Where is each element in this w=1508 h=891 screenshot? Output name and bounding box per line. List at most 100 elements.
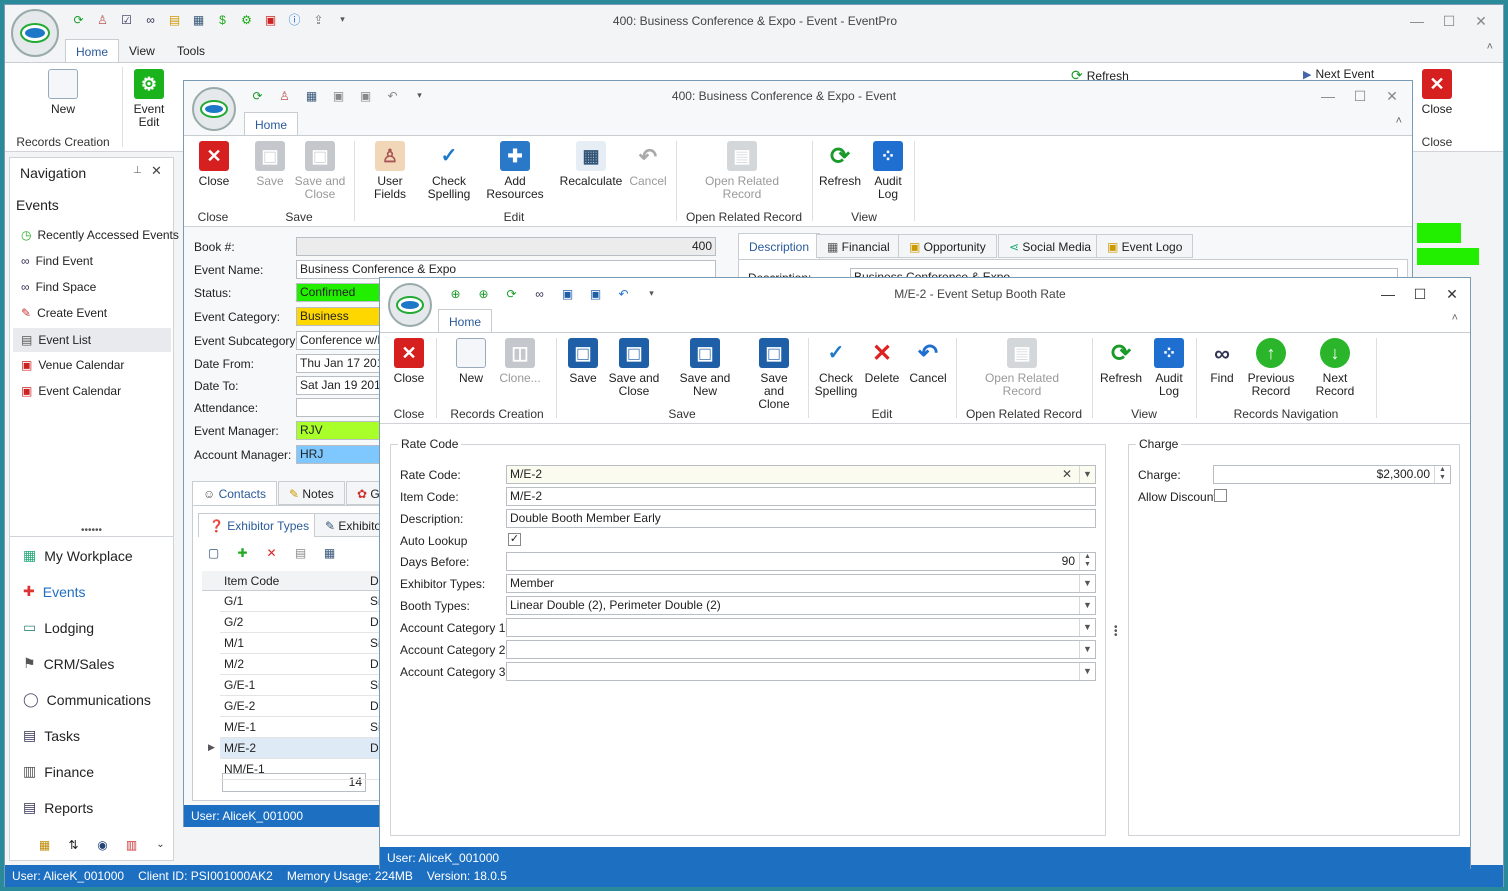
refresh-icon[interactable]: ⟳ <box>504 286 519 301</box>
close-icon[interactable]: ✕ <box>151 163 162 179</box>
table-row[interactable]: M/1 Si <box>220 633 381 654</box>
date-to-field[interactable]: Sat Jan 19 2019 <box>296 376 382 395</box>
chevron-down-icon[interactable]: ▼ <box>1079 466 1095 483</box>
spin-icon[interactable]: ▲ ▼ <box>1079 553 1095 570</box>
nav-item-event-list[interactable]: ▤ Event List <box>13 328 171 352</box>
close-main-button[interactable]: ✕ Close <box>1419 69 1455 116</box>
event-recalculate-button[interactable]: ▦ Recalculate <box>560 141 622 188</box>
rate-save-button[interactable]: ▣ Save <box>566 338 600 385</box>
maximize-icon[interactable]: ☐ <box>1433 7 1465 35</box>
tab-opportunity[interactable]: ▣ Opportunity <box>898 234 997 258</box>
subcategory-field[interactable]: Conference w/Ex <box>296 331 382 350</box>
maximize-icon[interactable]: ☐ <box>1344 82 1376 110</box>
attendance-field[interactable] <box>296 398 382 417</box>
chevron-down-icon[interactable]: ▼ <box>1079 641 1095 658</box>
binoculars-icon[interactable]: ∞ <box>143 12 158 27</box>
spin-icon[interactable]: ▲ ▼ <box>1434 466 1450 483</box>
account-category-2-field[interactable]: ▼ <box>506 640 1096 659</box>
account-manager-field[interactable]: HRJ <box>296 445 382 464</box>
nav-item-find-event[interactable]: ∞ Find Event <box>21 254 93 268</box>
module-events[interactable]: ✚ Events <box>23 583 86 600</box>
nav-item-event-calendar[interactable]: ▣ Event Calendar <box>21 384 121 398</box>
table-row[interactable]: NM/E-1 <box>220 759 380 780</box>
customize-qat-icon[interactable]: ▾ <box>412 88 427 103</box>
app-logo[interactable] <box>388 283 432 327</box>
rate-previous-record-button[interactable]: ↑ Previous Record <box>1246 338 1296 398</box>
rate-cancel-button[interactable]: ↶ Cancel <box>908 338 948 385</box>
splitter[interactable]: •••••• <box>81 525 102 536</box>
event-refresh-button[interactable]: ⟳ Refresh <box>819 141 861 188</box>
lodging-small-icon[interactable]: ▦ <box>37 837 52 852</box>
event-save-button[interactable]: ▣ Save <box>254 141 286 188</box>
module-tasks[interactable]: ▤ Tasks <box>23 727 80 744</box>
undo-icon[interactable]: ↶ <box>616 286 631 301</box>
calculator-icon[interactable]: ▦ <box>304 88 319 103</box>
days-before-field[interactable]: 90 ▲ ▼ <box>506 552 1096 571</box>
rate-open-related-button[interactable]: ▤ Open Related Record <box>984 338 1060 398</box>
customize-qat-icon[interactable]: ▾ <box>644 286 659 301</box>
info-icon[interactable]: ⓘ <box>287 12 302 27</box>
binoculars-icon[interactable]: ∞ <box>532 286 547 301</box>
rate-code-field[interactable]: M/E-2 ✕ ▼ <box>506 465 1096 484</box>
main-tab-view[interactable]: View <box>119 39 165 63</box>
chevron-down-icon[interactable]: ▼ <box>1079 575 1095 592</box>
table-row[interactable]: M/2 De <box>220 654 385 675</box>
new-icon[interactable]: ▢ <box>206 545 221 560</box>
up-icon[interactable]: ⊕ <box>448 286 463 301</box>
chevron-down-icon[interactable]: ▼ <box>1079 663 1095 680</box>
table-row[interactable]: M/E-2 De <box>220 738 385 759</box>
minimize-icon[interactable]: — <box>1312 82 1344 110</box>
exhibitor-types-field[interactable]: Member ▼ <box>506 574 1096 593</box>
table-row[interactable]: G/E-1 Si <box>220 675 381 696</box>
next-event-button[interactable]: ▶ Next Event <box>1303 67 1374 81</box>
table-row[interactable]: G/E-2 De <box>220 696 385 717</box>
app-logo[interactable] <box>11 9 59 57</box>
ribbon-collapse-icon[interactable]: ˄ <box>1452 312 1458 324</box>
rate-audit-log-button[interactable]: ⁘ Audit Log <box>1152 338 1186 398</box>
charge-field[interactable]: $2,300.00 ▲ ▼ <box>1213 465 1451 484</box>
rate-refresh-button[interactable]: ⟳ Refresh <box>1100 338 1142 385</box>
save-close-icon[interactable]: ▣ <box>588 286 603 301</box>
rate-next-record-button[interactable]: ↓ Next Record <box>1304 338 1366 398</box>
share-icon[interactable]: ⇪ <box>311 12 326 27</box>
app-logo[interactable] <box>192 87 236 131</box>
account-category-3-field[interactable]: ▼ <box>506 662 1096 681</box>
nav-item-recently-accessed[interactable]: ◷ Recently Accessed Events <box>21 228 179 242</box>
main-tab-tools[interactable]: Tools <box>167 39 215 63</box>
booth-types-field[interactable]: Linear Double (2), Perimeter Double (2) ▼ <box>506 596 1096 615</box>
pin-icon[interactable]: ⊥ <box>133 165 142 176</box>
event-audit-log-button[interactable]: ⁘ Audit Log <box>870 141 906 201</box>
nav-item-find-space[interactable]: ∞ Find Space <box>21 280 96 294</box>
event-add-resources-button[interactable]: ✚ Add Resources <box>478 141 552 201</box>
splitter-handle[interactable]: • • • <box>1114 623 1118 641</box>
rate-tab-home[interactable]: Home <box>438 309 493 333</box>
rate-save-new-button[interactable]: ▣ Save and New <box>668 338 742 398</box>
chevron-down-icon[interactable]: ▼ <box>1079 619 1095 636</box>
description-field[interactable]: Double Booth Member Early <box>506 509 1096 528</box>
delete-icon[interactable]: ✕ <box>264 545 279 560</box>
module-reports[interactable]: ▤ Reports <box>23 799 93 816</box>
table-row[interactable]: M/E-1 Si <box>220 717 381 738</box>
event-cancel-button[interactable]: ↶ Cancel <box>628 141 668 188</box>
rate-save-close-button[interactable]: ▣ Save and Close <box>608 338 660 398</box>
tab-social-media[interactable]: ⋖ Social Media <box>998 234 1103 258</box>
module-communications[interactable]: ◯ Communications <box>23 691 151 708</box>
module-my-workplace[interactable]: ▦ My Workplace <box>23 547 133 564</box>
event-save-close-button[interactable]: ▣ Save and Close <box>294 141 346 201</box>
event-open-related-button[interactable]: ▤ Open Related Record <box>704 141 780 201</box>
category-field[interactable]: Business <box>296 307 382 326</box>
event-check-spelling-button[interactable]: ✓ Check Spelling <box>428 141 470 201</box>
status-field[interactable]: Confirmed <box>296 283 382 302</box>
close-icon[interactable]: ✕ <box>1465 7 1497 35</box>
save-icon[interactable]: ▣ <box>331 88 346 103</box>
rate-check-spelling-button[interactable]: ✓ Check Spelling <box>814 338 858 398</box>
refresh-icon[interactable]: ⟳ <box>250 88 265 103</box>
tab-event-logo[interactable]: ▣ Event Logo <box>1096 234 1194 258</box>
event-edit-button[interactable]: ⚙ Event Edit <box>129 69 169 129</box>
tab-exhibitor-types[interactable]: ❓ Exhibitor Types <box>198 513 321 537</box>
chart-icon[interactable]: ▥ <box>124 837 139 852</box>
nav-item-venue-calendar[interactable]: ▣ Venue Calendar <box>21 358 124 372</box>
checklist-icon[interactable]: ☑ <box>119 12 134 27</box>
rate-new-button[interactable]: New <box>456 338 486 385</box>
save-icon[interactable]: ▣ <box>560 286 575 301</box>
